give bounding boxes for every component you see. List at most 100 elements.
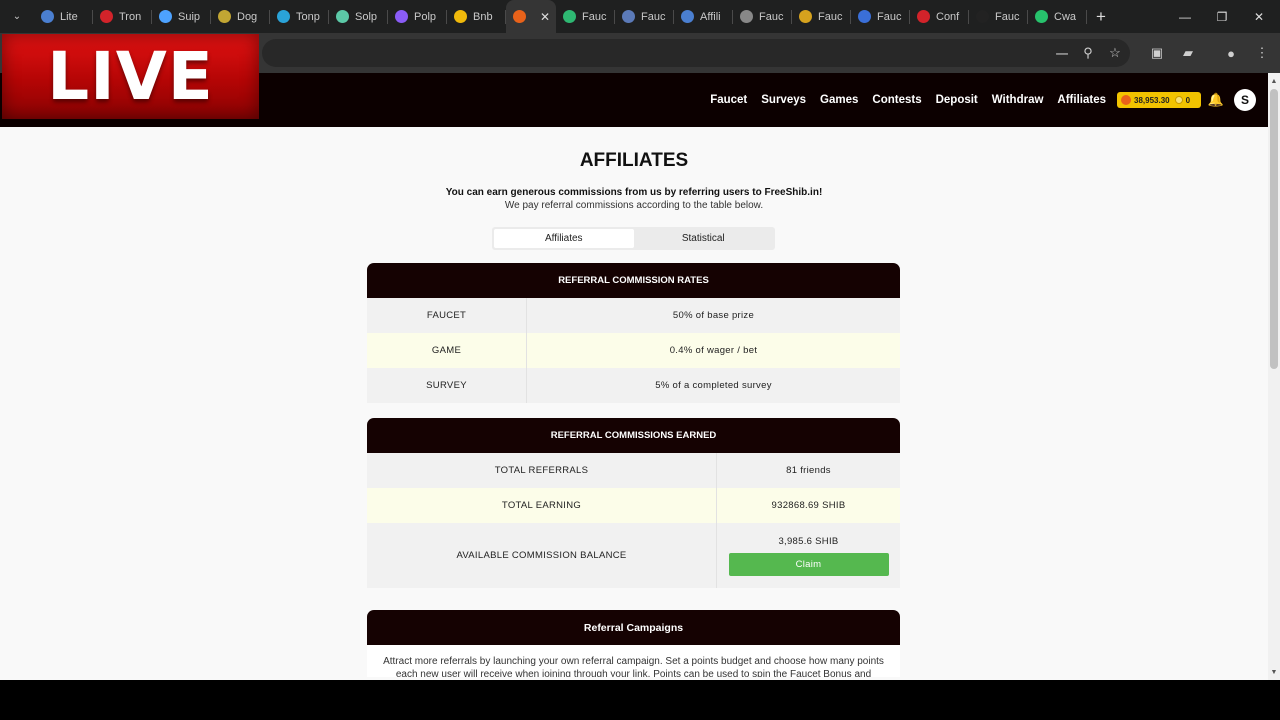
browser-tab[interactable]: Fauc [851, 0, 910, 33]
tab-label: Solp [355, 10, 378, 23]
balance-value: 38,953.30 [1134, 95, 1170, 105]
browser-tab[interactable]: Fauc [556, 0, 615, 33]
live-text: LIVE [47, 38, 214, 115]
browser-tab[interactable]: Cwa [1028, 0, 1087, 33]
tab-label: Polp [414, 10, 437, 23]
table-row: GAME 0.4% of wager / bet [367, 333, 900, 368]
bookmark-star-icon[interactable]: ☆ [1106, 44, 1124, 62]
browser-tab[interactable]: Fauc [733, 0, 792, 33]
tab-label: Suip [178, 10, 201, 23]
translate-icon[interactable]: 一 [1053, 44, 1071, 62]
restore-icon[interactable]: ❐ [1203, 0, 1241, 33]
avatar[interactable]: S [1234, 89, 1256, 111]
claim-button[interactable]: Claim [728, 552, 889, 576]
close-window-icon[interactable]: ✕ [1240, 0, 1278, 33]
browser-tab[interactable]: Fauc [792, 0, 851, 33]
extensions-puzzle-icon[interactable]: ▰ [1179, 44, 1197, 62]
browser-tab[interactable]: Lite [34, 0, 93, 33]
table-row: SURVEY 5% of a completed survey [367, 368, 900, 403]
total-earning-label: TOTAL EARNING [367, 488, 717, 523]
browser-tab[interactable]: Bnb [447, 0, 506, 33]
shib-coin-icon [1121, 95, 1131, 105]
commission-rates-card: REFERRAL COMMISSION RATES FAUCET 50% of … [367, 263, 900, 403]
faucet-favicon-icon [858, 10, 871, 23]
sui-favicon-icon [159, 10, 172, 23]
browser-tab[interactable]: Solp [329, 0, 388, 33]
total-referrals-label: TOTAL REFERRALS [367, 453, 717, 488]
shiba-favicon-icon [513, 10, 526, 23]
zoom-icon[interactable]: ⚲ [1079, 44, 1097, 62]
browser-tab[interactable]: Tonp [270, 0, 329, 33]
cwallet-favicon-icon [1035, 10, 1048, 23]
balance-badge[interactable]: 38,953.30 0 [1117, 92, 1201, 108]
available-balance-value: 3,985.6 SHIB [778, 535, 839, 547]
nav-link-withdraw[interactable]: Withdraw [992, 94, 1044, 106]
faucet-favicon-icon [563, 10, 576, 23]
coin-icon [1174, 96, 1183, 104]
tab-label: Conf [936, 10, 960, 23]
litecoin-favicon-icon [41, 10, 54, 23]
live-overlay: LIVE [2, 34, 259, 119]
tab-label: Affili [700, 10, 721, 23]
tab-label: Fauc [995, 10, 1020, 23]
doge-favicon-icon [218, 10, 231, 23]
browser-tab[interactable]: Fauc [969, 0, 1028, 33]
notification-bell-icon[interactable]: 🔔 [1208, 92, 1224, 108]
intro-bold: You can earn generous commissions from u… [445, 187, 823, 198]
browser-tab[interactable]: Dog [211, 0, 270, 33]
browser-tab[interactable]: Affili [674, 0, 733, 33]
table-row: AVAILABLE COMMISSION BALANCE 3,985.6 SHI… [367, 523, 900, 588]
minimize-icon[interactable]: — [1166, 0, 1204, 33]
tab-statistical[interactable]: Statistical [634, 229, 774, 248]
nav-link-deposit[interactable]: Deposit [936, 94, 978, 106]
nav-link-games[interactable]: Games [820, 94, 858, 106]
nav-link-faucet[interactable]: Faucet [710, 94, 747, 106]
nav-link-affiliates[interactable]: Affiliates [1057, 94, 1106, 106]
browser-tab[interactable]: ✕ [506, 0, 556, 33]
rates-heading: REFERRAL COMMISSION RATES [367, 263, 900, 298]
nav-link-contests[interactable]: Contests [872, 94, 921, 106]
total-referrals-value: 81 friends [786, 465, 831, 476]
tab-label: Lite [60, 10, 78, 23]
nav-links: Faucet Surveys Games Contests Deposit Withdra… [696, 73, 1106, 127]
scroll-down-icon[interactable]: ▼ [1268, 666, 1280, 678]
new-tab-plus-icon[interactable]: + [1087, 7, 1115, 27]
faucet-favicon-icon [976, 10, 989, 23]
tron-favicon-icon [100, 10, 113, 23]
profile-icon[interactable]: ● [1222, 44, 1240, 62]
browser-tab[interactable]: Tron [93, 0, 152, 33]
ton-favicon-icon [277, 10, 290, 23]
browser-tab[interactable]: Suip [152, 0, 211, 33]
address-bar[interactable] [262, 39, 1130, 67]
tab-label: Fauc [818, 10, 843, 23]
browser-tab[interactable]: Conf [910, 0, 969, 33]
browser-tab[interactable]: Polp [388, 0, 447, 33]
tab-search-chevron-icon[interactable]: ⌄ [0, 0, 34, 33]
faucet-favicon-icon [799, 10, 812, 23]
scrollbar-thumb[interactable] [1270, 89, 1278, 369]
tab-affiliates[interactable]: Affiliates [494, 229, 634, 248]
table-row: FAUCET 50% of base prize [367, 298, 900, 333]
earned-heading: REFERRAL COMMISSIONS EARNED [367, 418, 900, 453]
nav-link-surveys[interactable]: Surveys [761, 94, 806, 106]
rate-label: GAME [367, 333, 527, 368]
coin-count: 0 [1185, 95, 1191, 105]
close-tab-icon[interactable]: ✕ [540, 10, 550, 24]
faucet-favicon-icon [622, 10, 635, 23]
browser-menu-icon[interactable]: ⋮ [1253, 44, 1271, 62]
tab-label: Bnb [473, 10, 493, 23]
tab-label: Fauc [641, 10, 666, 23]
affiliate-favicon-icon [681, 10, 694, 23]
confirm-favicon-icon [917, 10, 930, 23]
browser-tab[interactable]: Fauc [615, 0, 674, 33]
image-extension-icon[interactable]: ▣ [1148, 44, 1166, 62]
page-title: AFFILIATES [579, 150, 689, 171]
scroll-up-icon[interactable]: ▲ [1268, 75, 1280, 87]
available-balance-label: AVAILABLE COMMISSION BALANCE [367, 523, 717, 588]
tab-label: Fauc [582, 10, 607, 23]
faucet-favicon-icon [740, 10, 753, 23]
browser-tab-strip: ⌄ Lite Tron Suip Dog Tonp Solp Polp Bnb ✕ Fauc Fau… [0, 0, 1280, 33]
tab-label: Cwa [1054, 10, 1077, 23]
bnb-favicon-icon [454, 10, 467, 23]
page-scrollbar[interactable]: ▲ ▼ [1268, 73, 1280, 680]
